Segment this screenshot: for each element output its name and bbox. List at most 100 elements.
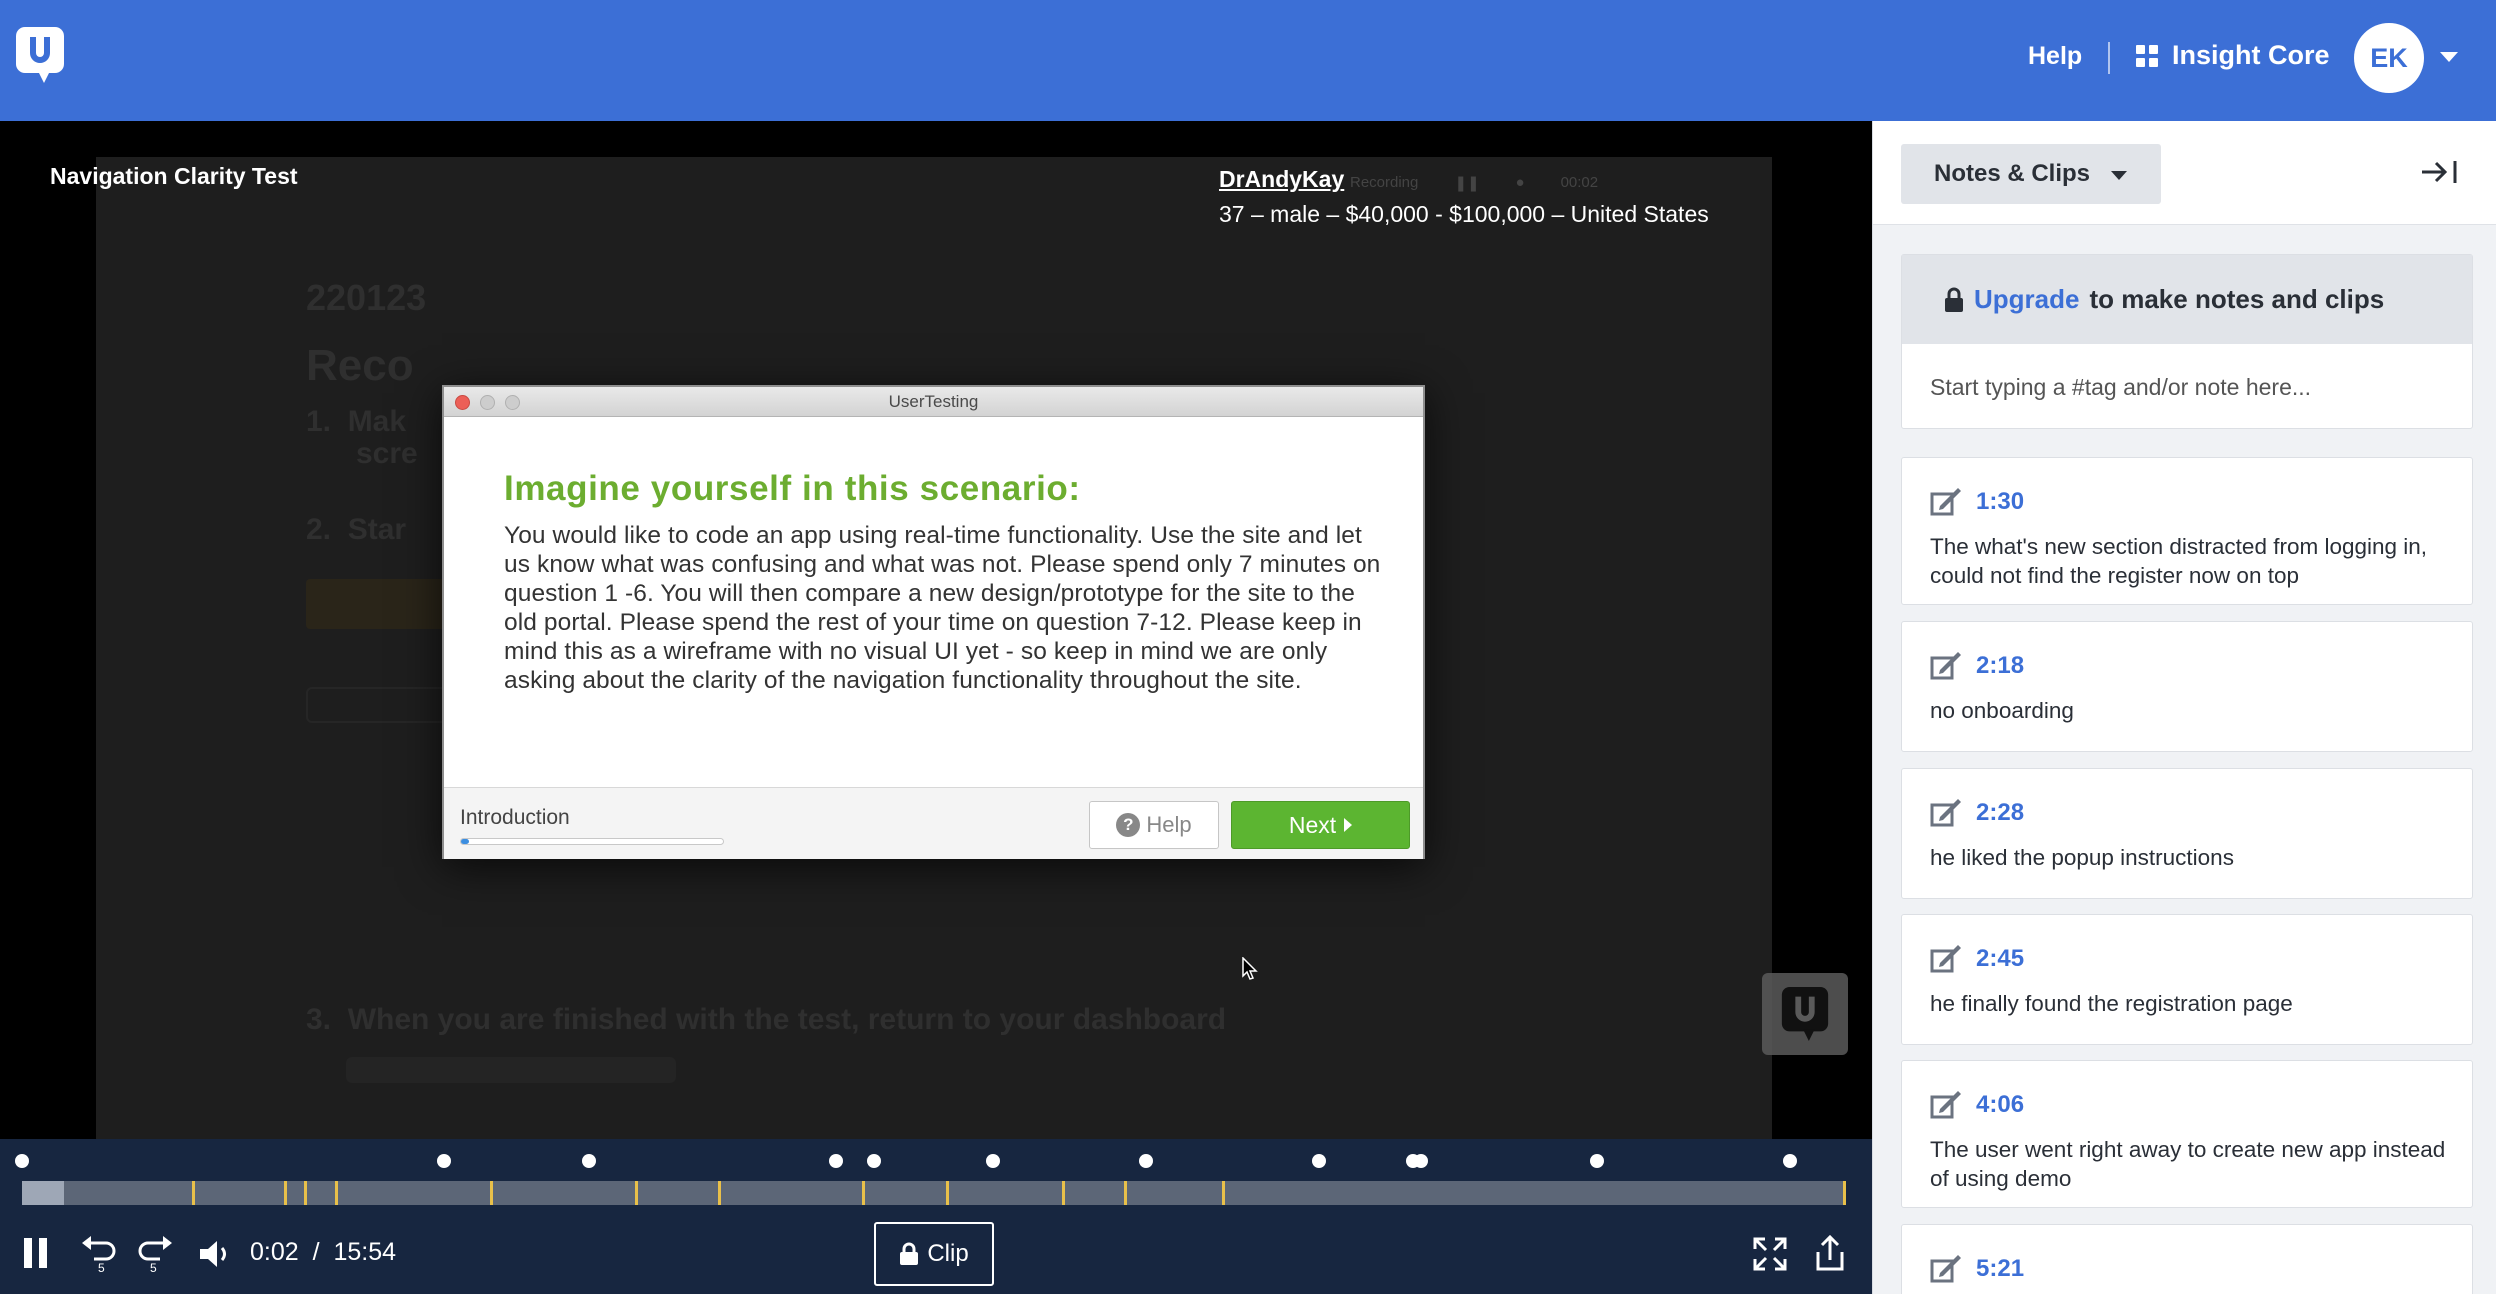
- note-timestamp[interactable]: 2:28: [1976, 799, 2024, 827]
- volume-icon[interactable]: [198, 1239, 232, 1269]
- note-marker[interactable]: [1783, 1154, 1797, 1168]
- forward-5-icon[interactable]: 5: [138, 1235, 174, 1273]
- note-marker[interactable]: [1139, 1154, 1153, 1168]
- note-text: no onboarding: [1930, 698, 2074, 723]
- mouse-cursor-icon: [1242, 957, 1258, 980]
- notes-clips-dropdown[interactable]: Notes & Clips: [1901, 144, 2161, 204]
- note-timestamp[interactable]: 5:21: [1976, 1255, 2024, 1283]
- note-marker[interactable]: [986, 1154, 1000, 1168]
- upgrade-banner: Upgrade to make notes and clips: [1902, 255, 2472, 344]
- total-duration: 15:54: [333, 1238, 396, 1266]
- rewind-seconds: 5: [98, 1261, 105, 1273]
- player-controls: 5 5 0:02 / 15:54 Clip: [0, 1139, 1872, 1294]
- clip-button[interactable]: Clip: [874, 1222, 994, 1286]
- lock-icon: [900, 1242, 919, 1265]
- edit-note-icon: [1930, 799, 1961, 827]
- share-icon[interactable]: [1815, 1234, 1845, 1272]
- scenario-text: You would like to code an app using real…: [504, 522, 1381, 694]
- participant-name[interactable]: DrAndyKay: [1219, 166, 1709, 193]
- timeline-tick: [1222, 1181, 1225, 1205]
- timeline-scrubber[interactable]: [22, 1181, 1846, 1205]
- note-timestamp[interactable]: 1:30: [1976, 488, 2024, 516]
- ghost-text: 2. Star: [306, 513, 407, 546]
- ghost-text: 3. When you are finished with the test, …: [306, 1003, 1227, 1036]
- ghost-text: Reco: [306, 341, 414, 390]
- usertesting-logo-icon[interactable]: [16, 27, 64, 83]
- dialog-help-button[interactable]: ? Help: [1089, 801, 1219, 849]
- fullscreen-icon[interactable]: [1753, 1237, 1787, 1271]
- note-input[interactable]: Start typing a #tag and/or note here...: [1902, 344, 2472, 401]
- edit-note-icon: [1930, 652, 1961, 680]
- time-display: 0:02 / 15:54: [250, 1238, 396, 1267]
- dialog-next-label: Next: [1288, 811, 1337, 838]
- note-card[interactable]: 2:45 he finally found the registration p…: [1901, 914, 2473, 1045]
- step-label: Introduction: [460, 806, 570, 829]
- dialog-next-button[interactable]: Next: [1231, 801, 1410, 849]
- note-marker[interactable]: [582, 1154, 596, 1168]
- timeline-tick: [718, 1181, 721, 1205]
- note-timestamp[interactable]: 2:18: [1976, 652, 2024, 680]
- note-marker[interactable]: [1312, 1154, 1326, 1168]
- rewind-5-icon[interactable]: 5: [80, 1235, 116, 1273]
- chevron-down-icon: [2111, 171, 2127, 180]
- forward-seconds: 5: [150, 1261, 157, 1273]
- workspace-switcher[interactable]: Insight Core: [2136, 40, 2330, 71]
- step-progress-fill: [461, 839, 469, 844]
- timeline-tick: [490, 1181, 493, 1205]
- chevron-down-icon[interactable]: [2440, 52, 2458, 62]
- lock-icon: [1945, 287, 1963, 312]
- timeline-tick: [1062, 1181, 1065, 1205]
- timeline-played: [22, 1181, 64, 1205]
- note-marker[interactable]: [1414, 1154, 1428, 1168]
- note-marker[interactable]: [867, 1154, 881, 1168]
- note-marker[interactable]: [829, 1154, 843, 1168]
- note-card[interactable]: 5:21: [1901, 1224, 2473, 1294]
- dialog-help-label: Help: [1146, 812, 1192, 837]
- note-marker[interactable]: [15, 1154, 29, 1168]
- divider: [2108, 42, 2110, 74]
- note-card[interactable]: 1:30 The what's new section distracted f…: [1901, 457, 2473, 605]
- dialog-window-title: UserTesting: [888, 392, 979, 411]
- chevron-right-icon: [1344, 818, 1353, 832]
- workspace-label: Insight Core: [2172, 40, 2330, 70]
- note-marker[interactable]: [437, 1154, 451, 1168]
- note-card[interactable]: 2:18 no onboarding: [1901, 621, 2473, 752]
- timeline-tick: [1843, 1181, 1846, 1205]
- dialog-footer: Introduction ? Help Next: [444, 787, 1423, 859]
- dialog-titlebar: UserTesting: [444, 387, 1423, 417]
- note-card[interactable]: 2:28 he liked the popup instructions: [1901, 768, 2473, 899]
- collapse-panel-icon[interactable]: [2420, 158, 2464, 186]
- note-text: he finally found the registration page: [1930, 991, 2293, 1016]
- note-text: he liked the popup instructions: [1930, 845, 2234, 870]
- ghost-button: [306, 579, 446, 629]
- edit-note-icon: [1930, 1091, 1961, 1119]
- note-marker[interactable]: [1590, 1154, 1604, 1168]
- edit-note-icon: [1930, 1255, 1961, 1283]
- video-player[interactable]: 220123 Reco 1. Mak scre 2. Star 3. When …: [0, 121, 1872, 1139]
- note-card[interactable]: 4:06 The user went right away to create …: [1901, 1060, 2473, 1208]
- step-progress-bar: [460, 838, 724, 845]
- note-timestamp[interactable]: 2:45: [1976, 945, 2024, 973]
- timeline-tick: [946, 1181, 949, 1205]
- participant-demographics: 37 – male – $40,000 - $100,000 – United …: [1219, 201, 1709, 227]
- timeline-tick: [862, 1181, 865, 1205]
- time-separator: /: [312, 1238, 320, 1266]
- question-mark-icon: ?: [1116, 813, 1141, 837]
- help-link[interactable]: Help: [2028, 42, 2082, 71]
- dropdown-label: Notes & Clips: [1934, 160, 2091, 187]
- upgrade-card: Upgrade to make notes and clips Start ty…: [1901, 254, 2473, 429]
- user-avatar[interactable]: EK: [2354, 23, 2424, 93]
- apps-grid-icon: [2136, 44, 2158, 67]
- panel-header: Notes & Clips: [1873, 121, 2496, 225]
- note-text: The what's new section distracted from l…: [1930, 534, 2428, 588]
- upgrade-text: to make notes and clips: [2089, 284, 2385, 314]
- edit-note-icon: [1930, 488, 1961, 516]
- note-timestamp[interactable]: 4:06: [1976, 1091, 2024, 1119]
- clip-label: Clip: [927, 1240, 969, 1267]
- usertesting-watermark-icon: [1762, 973, 1848, 1055]
- ghost-text: 220123: [306, 277, 427, 318]
- scenario-heading: Imagine yourself in this scenario:: [504, 469, 1081, 508]
- scenario-dialog: UserTesting Imagine yourself in this sce…: [442, 385, 1425, 859]
- pause-button[interactable]: [24, 1238, 47, 1268]
- upgrade-link[interactable]: Upgrade: [1974, 284, 2079, 315]
